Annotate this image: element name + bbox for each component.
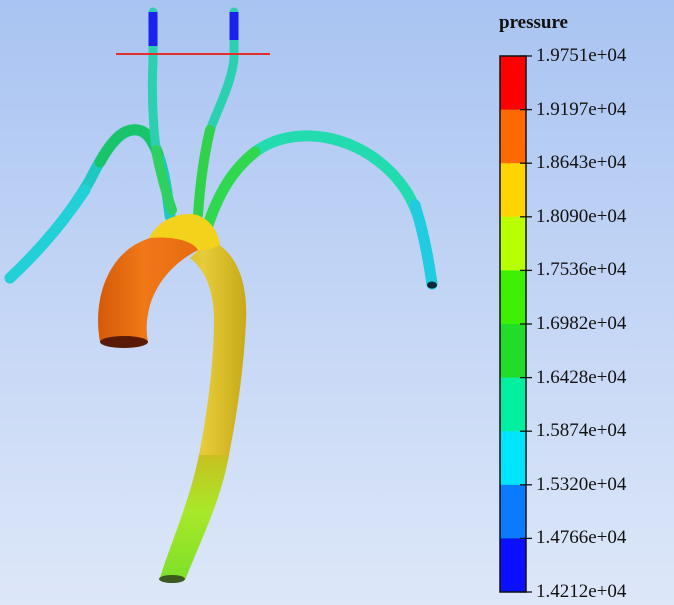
- color-bar-swatch: [500, 270, 526, 325]
- color-bar-tick-label: 1.6428e+04: [536, 366, 627, 388]
- ascending-aorta-inlet: [100, 336, 148, 348]
- color-bar-tick-label: 1.6982e+04: [536, 313, 627, 334]
- color-bar-tick-label: 1.8643e+04: [536, 152, 627, 174]
- descending-aorta-lower: [160, 455, 229, 580]
- left-branch-segment-cyan: [4, 184, 91, 284]
- color-bar-swatch: [500, 163, 526, 218]
- descending-outlet: [159, 575, 185, 583]
- legend-title: pressure: [499, 12, 568, 33]
- pressure-color-bar: [499, 55, 532, 593]
- color-bar-swatch: [500, 431, 526, 486]
- color-bar-swatch: [500, 109, 526, 164]
- color-bar-tick-label: 1.9751e+04: [536, 45, 627, 66]
- color-bar-tick-label: 1.8090e+04: [536, 205, 627, 227]
- left-branch-segment-green: [94, 124, 164, 168]
- color-bar-swatch: [500, 56, 526, 111]
- right-branch-segment-green: [202, 146, 261, 231]
- color-bar-tick-label: 1.5320e+04: [536, 473, 627, 495]
- color-bar-swatch: [500, 484, 526, 539]
- color-bar-tick-label: 1.5874e+04: [536, 420, 627, 442]
- color-bar-swatch: [500, 377, 526, 432]
- aorta-model: [4, 7, 438, 583]
- stage: [4, 7, 532, 593]
- right-carotid-lower: [193, 125, 215, 220]
- color-bar-swatch: [500, 538, 526, 593]
- right-branch-outlet: [427, 281, 437, 289]
- color-bar-tick-label: 1.4212e+04: [536, 581, 627, 602]
- right-branch-segment-cyan: [409, 199, 438, 290]
- ascending-aorta-arch: [98, 237, 198, 342]
- color-bar-tick-label: 1.4766e+04: [536, 527, 627, 549]
- color-bar-tick-label: 1.9197e+04: [536, 98, 627, 120]
- color-bar-swatch: [500, 216, 526, 271]
- color-bar-swatch: [500, 324, 526, 379]
- color-bar-tick-label: 1.7536e+04: [536, 259, 627, 281]
